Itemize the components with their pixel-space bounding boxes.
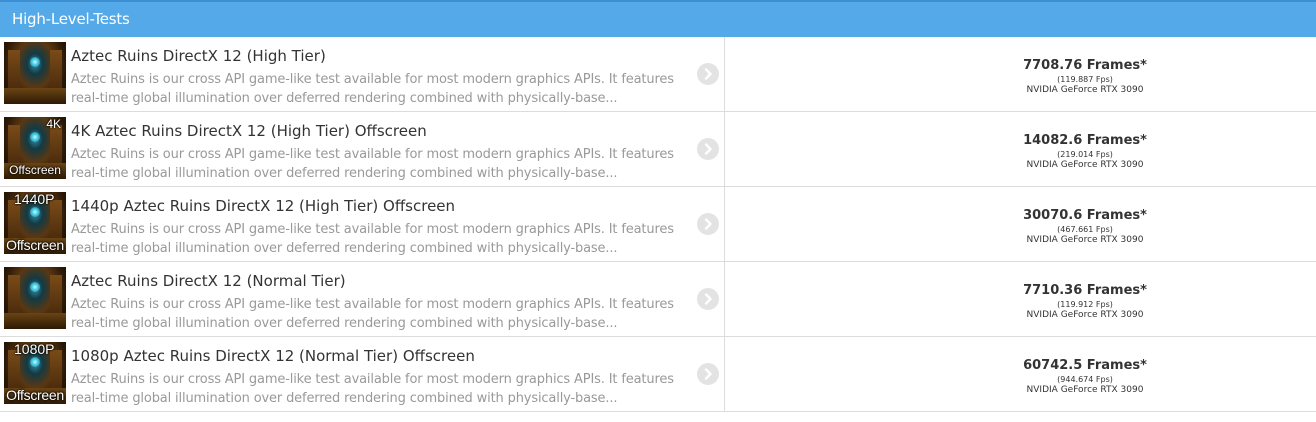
test-result: 7708.76 Frames* (119.887 Fps) NVIDIA GeF… <box>985 57 1185 96</box>
thumbnail-offscreen-label: Offscreen <box>6 237 64 253</box>
result-frames: 60742.5 Frames* <box>1023 358 1147 373</box>
details-button[interactable] <box>697 213 719 235</box>
column-divider <box>724 37 725 111</box>
test-row[interactable]: 4K Offscreen 4K Aztec Ruins DirectX 12 (… <box>0 112 1316 187</box>
test-title[interactable]: Aztec Ruins DirectX 12 (High Tier) <box>71 47 326 65</box>
column-divider <box>724 262 725 336</box>
section-header: High-Level-Tests <box>0 0 1316 37</box>
test-row[interactable]: Aztec Ruins DirectX 12 (High Tier) Aztec… <box>0 37 1316 112</box>
test-description: Aztec Ruins is our cross API game-like t… <box>71 222 674 256</box>
result-frames: 30070.6 Frames* <box>1023 208 1147 223</box>
result-frames: 14082.6 Frames* <box>1023 133 1147 148</box>
test-description: Aztec Ruins is our cross API game-like t… <box>71 147 674 181</box>
test-description: Aztec Ruins is our cross API game-like t… <box>71 372 674 406</box>
test-title[interactable]: 1080p Aztec Ruins DirectX 12 (Normal Tie… <box>71 347 475 365</box>
result-frames: 7708.76 Frames* <box>1023 58 1147 73</box>
test-list: Aztec Ruins DirectX 12 (High Tier) Aztec… <box>0 37 1316 412</box>
result-gpu: NVIDIA GeForce RTX 3090 <box>1026 385 1144 395</box>
result-gpu: NVIDIA GeForce RTX 3090 <box>1026 85 1144 95</box>
column-divider <box>724 112 725 186</box>
test-thumbnail: 1440P Offscreen <box>4 192 66 254</box>
test-result: 14082.6 Frames* (219.014 Fps) NVIDIA GeF… <box>985 132 1185 171</box>
section-title: High-Level-Tests <box>12 10 130 28</box>
result-gpu: NVIDIA GeForce RTX 3090 <box>1026 310 1144 320</box>
test-thumbnail: 1080P Offscreen <box>4 342 66 404</box>
result-fps: (219.014 Fps) <box>1057 150 1113 159</box>
test-result: 7710.36 Frames* (119.912 Fps) NVIDIA GeF… <box>985 282 1185 321</box>
thumbnail-offscreen-label: Offscreen <box>6 387 64 403</box>
chevron-right-icon <box>704 218 712 230</box>
thumbnail-resolution-label: 1440P <box>14 192 55 207</box>
chevron-right-icon <box>704 368 712 380</box>
details-button[interactable] <box>697 63 719 85</box>
test-title[interactable]: 1440p Aztec Ruins DirectX 12 (High Tier)… <box>71 197 455 215</box>
column-divider <box>724 187 725 261</box>
test-row[interactable]: Aztec Ruins DirectX 12 (Normal Tier) Azt… <box>0 262 1316 337</box>
test-result: 60742.5 Frames* (944.674 Fps) NVIDIA GeF… <box>985 357 1185 396</box>
test-thumbnail <box>4 267 66 329</box>
chevron-right-icon <box>704 143 712 155</box>
thumbnail-offscreen-label: Offscreen <box>9 163 61 177</box>
test-row[interactable]: 1440P Offscreen 1440p Aztec Ruins Direct… <box>0 187 1316 262</box>
result-gpu: NVIDIA GeForce RTX 3090 <box>1026 160 1144 170</box>
thumbnail-resolution-label: 4K <box>46 117 61 131</box>
chevron-right-icon <box>704 293 712 305</box>
test-result: 30070.6 Frames* (467.661 Fps) NVIDIA GeF… <box>985 207 1185 246</box>
test-title[interactable]: 4K Aztec Ruins DirectX 12 (High Tier) Of… <box>71 122 427 140</box>
result-gpu: NVIDIA GeForce RTX 3090 <box>1026 235 1144 245</box>
result-fps: (467.661 Fps) <box>1057 225 1113 234</box>
test-title[interactable]: Aztec Ruins DirectX 12 (Normal Tier) <box>71 272 346 290</box>
test-description: Aztec Ruins is our cross API game-like t… <box>71 72 674 106</box>
result-fps: (119.912 Fps) <box>1057 300 1113 309</box>
details-button[interactable] <box>697 138 719 160</box>
test-row[interactable]: 1080P Offscreen 1080p Aztec Ruins Direct… <box>0 337 1316 412</box>
result-fps: (119.887 Fps) <box>1057 75 1113 84</box>
test-thumbnail: 4K Offscreen <box>4 117 66 179</box>
column-divider <box>724 337 725 411</box>
result-fps: (944.674 Fps) <box>1057 375 1113 384</box>
test-description: Aztec Ruins is our cross API game-like t… <box>71 297 674 331</box>
details-button[interactable] <box>697 363 719 385</box>
thumbnail-resolution-label: 1080P <box>14 342 55 357</box>
chevron-right-icon <box>704 68 712 80</box>
test-thumbnail <box>4 42 66 104</box>
details-button[interactable] <box>697 288 719 310</box>
result-frames: 7710.36 Frames* <box>1023 283 1147 298</box>
